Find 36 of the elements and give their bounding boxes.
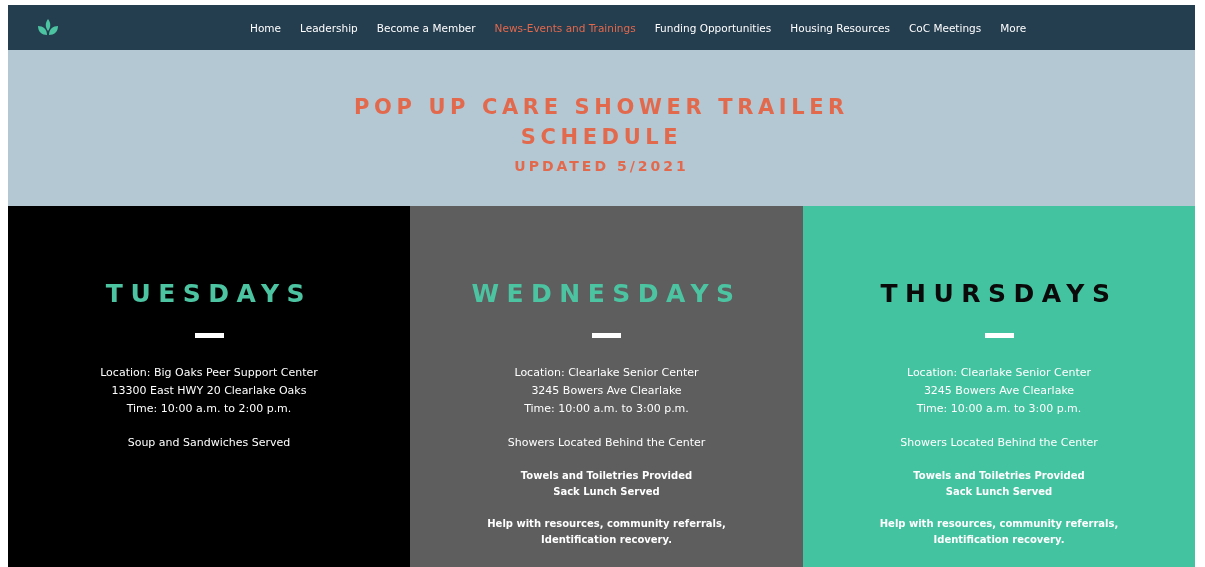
schedule-text: Soup and Sandwiches Served (127, 435, 291, 451)
schedule-text: Help with resources, community referrals, (879, 517, 1119, 531)
divider-dash (984, 333, 1014, 338)
schedule-text: Showers Located Behind the Center (900, 435, 1098, 451)
schedule-text: Towels and Toiletries Provided (520, 469, 693, 483)
schedule-text: Showers Located Behind the Center (507, 435, 706, 451)
day-heading: TUESDAYS (105, 282, 313, 306)
schedule-text: Location: Clearlake Senior Center (906, 365, 1092, 381)
schedule-text: Identification recovery. (933, 533, 1065, 547)
schedule-text: 13300 East HWY 20 Clearlake Oaks (111, 383, 307, 399)
schedule-text: Sack Lunch Served (553, 485, 660, 499)
schedule-text: Time: 10:00 a.m. to 3:00 p.m. (916, 401, 1082, 417)
divider-dash (194, 333, 224, 338)
day-heading: WEDNESDAYS (471, 282, 742, 306)
nav-link[interactable]: Home (250, 21, 281, 34)
day-heading: THURSDAYS (880, 282, 1118, 306)
schedule-text: 3245 Bowers Ave Clearlake (923, 383, 1075, 399)
schedule-text: Help with resources, community referrals, (487, 517, 726, 531)
nav-link[interactable]: Housing Resources (790, 21, 890, 34)
schedule-text: Identification recovery. (541, 533, 672, 547)
page-title: POP UP CARE SHOWER TRAILER SCHEDULE (353, 94, 850, 151)
schedule-text: 3245 Bowers Ave Clearlake (531, 383, 682, 399)
schedule-text: Location: Clearlake Senior Center (514, 365, 699, 381)
schedule-text: Location: Big Oaks Peer Support Center (100, 365, 318, 381)
nav-link[interactable]: Funding Opportunities (654, 21, 772, 34)
schedule-text: Sack Lunch Served (945, 485, 1053, 499)
nav-link[interactable]: News-Events and Trainings (494, 21, 636, 34)
page-subtitle: UPDATED 5/2021 (514, 158, 689, 174)
nav-link[interactable]: CoC Meetings (908, 21, 982, 34)
nav-link[interactable]: More (1000, 21, 1027, 34)
schedule-text: Time: 10:00 a.m. to 3:00 p.m. (524, 401, 689, 417)
schedule-text: Time: 10:00 a.m. to 2:00 p.m. (126, 401, 292, 417)
schedule-text: Towels and Toiletries Provided (913, 469, 1085, 483)
nav-link[interactable]: Leadership (300, 21, 358, 34)
divider-dash (592, 333, 621, 338)
nav-link[interactable]: Become a Member (376, 21, 476, 34)
